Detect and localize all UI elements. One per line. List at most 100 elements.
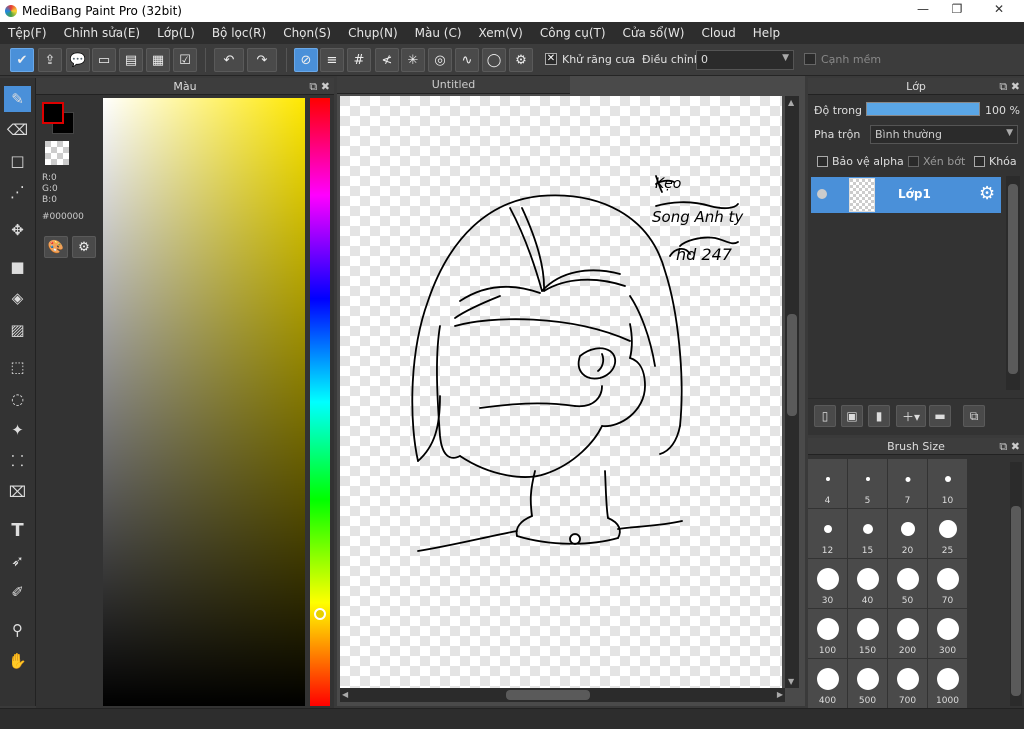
canvas-horizontal-thumb[interactable] xyxy=(506,690,590,700)
scroll-down-icon[interactable]: ▼ xyxy=(788,677,794,686)
layer-settings-gear-icon[interactable]: ⚙ xyxy=(979,183,995,204)
brush-size-option[interactable]: 200 xyxy=(888,609,927,658)
brush-size-option[interactable]: 40 xyxy=(848,559,887,608)
brush-size-option[interactable]: 30 xyxy=(808,559,847,608)
brush-size-option[interactable]: 20 xyxy=(888,509,927,558)
brush-size-option[interactable]: 400 xyxy=(808,659,847,708)
brush-size-option[interactable]: 100 xyxy=(808,609,847,658)
protect-alpha-option[interactable]: Bảo vệ alpha xyxy=(817,155,904,168)
saturation-value-picker[interactable] xyxy=(103,98,305,706)
scroll-left-icon[interactable]: ◀ xyxy=(342,690,348,699)
bucket-tool[interactable]: ◈ xyxy=(4,285,31,311)
brush-size-option[interactable]: 700 xyxy=(888,659,927,708)
menu-tools[interactable]: Công cụ(T) xyxy=(540,26,606,40)
menu-snap[interactable]: Chụp(N) xyxy=(348,26,398,40)
document-tab[interactable]: Untitled xyxy=(337,76,570,94)
adjust-dropdown[interactable]: 0 ▼ xyxy=(696,50,794,70)
brush-tool[interactable]: ✎ xyxy=(4,86,31,112)
brush-size-option[interactable]: 10 xyxy=(928,459,967,508)
foreground-color-swatch[interactable] xyxy=(42,102,64,124)
hue-slider-handle[interactable] xyxy=(314,608,326,620)
visibility-eye-icon[interactable] xyxy=(817,189,827,199)
duplicate-layer-button[interactable]: ⧉ xyxy=(963,405,985,427)
storyboard-button[interactable]: ▦ xyxy=(146,48,170,72)
menu-edit[interactable]: Chỉnh sửa(E) xyxy=(64,26,141,40)
add-layer-menu-button[interactable]: ＋▾ xyxy=(896,405,926,427)
radial-snap-button[interactable]: ✳ xyxy=(401,48,425,72)
antialias-checkbox[interactable]: ✕ xyxy=(545,53,557,65)
lock-checkbox[interactable] xyxy=(974,156,985,167)
hand-tool[interactable]: ✋ xyxy=(4,648,31,674)
close-button[interactable]: ✕ xyxy=(974,0,1024,18)
transparent-color-swatch[interactable] xyxy=(45,141,69,165)
menu-window[interactable]: Cửa sổ(W) xyxy=(623,26,685,40)
layer-row[interactable]: Lớp1 ⚙ xyxy=(811,177,1001,213)
concentric-snap-button[interactable]: ◎ xyxy=(428,48,452,72)
canvas-vertical-scrollbar[interactable]: ▲ ▼ xyxy=(785,96,799,688)
dot-tool[interactable]: ⋰ xyxy=(4,179,31,205)
close-panel-icon[interactable]: ✖ xyxy=(321,80,330,93)
export-button[interactable]: ⇪ xyxy=(38,48,62,72)
new-folder-button[interactable]: ▬ xyxy=(929,405,951,427)
restore-button[interactable]: ❐ xyxy=(940,0,974,18)
undo-button[interactable]: ↶ xyxy=(214,48,244,72)
divide-tool[interactable]: ✐ xyxy=(4,579,31,605)
grid-snap-button[interactable]: # xyxy=(347,48,371,72)
scroll-right-icon[interactable]: ▶ xyxy=(777,690,783,699)
move-tool[interactable]: ✥ xyxy=(4,217,31,243)
palette-button[interactable]: 🎨 xyxy=(44,236,68,258)
menu-view[interactable]: Xem(V) xyxy=(479,26,523,40)
eraser-tool[interactable]: ⌫ xyxy=(4,117,31,143)
drawing-canvas[interactable]: Kẹo Song Anh ty hd 247 xyxy=(340,96,782,688)
minimize-button[interactable]: — xyxy=(906,0,940,18)
ellipse-snap-button[interactable]: ◯ xyxy=(482,48,506,72)
clipping-option[interactable]: Xén bớt xyxy=(908,155,965,168)
layer-list-scrollbar[interactable] xyxy=(1006,176,1020,390)
shape-tool[interactable]: □ xyxy=(4,148,31,174)
blend-mode-dropdown[interactable]: Bình thường ▼ xyxy=(870,125,1018,144)
canvas-horizontal-scrollbar[interactable]: ◀ ▶ xyxy=(340,688,785,702)
operation-tool[interactable]: ➶ xyxy=(4,548,31,574)
brush-size-option[interactable]: 12 xyxy=(808,509,847,558)
curve-snap-button[interactable]: ∿ xyxy=(455,48,479,72)
undock-icon[interactable]: ⧉ xyxy=(309,80,317,93)
new-layer-button[interactable]: ▯ xyxy=(814,405,836,427)
snap-off-button[interactable]: ⊘ xyxy=(294,48,318,72)
canvas-vertical-thumb[interactable] xyxy=(787,314,797,416)
brush-size-option[interactable]: 300 xyxy=(928,609,967,658)
perspective-snap-button[interactable]: ≮ xyxy=(375,48,399,72)
soft-edge-checkbox[interactable] xyxy=(804,53,816,65)
brush-size-option[interactable]: 5 xyxy=(848,459,887,508)
menu-select[interactable]: Chọn(S) xyxy=(283,26,331,40)
close-panel-icon[interactable]: ✖ xyxy=(1011,80,1020,93)
menu-filter[interactable]: Bộ lọc(R) xyxy=(212,26,266,40)
fill-shape-tool[interactable]: ■ xyxy=(4,254,31,280)
palette-settings-button[interactable]: ⚙ xyxy=(72,236,96,258)
brush-size-option[interactable]: 7 xyxy=(888,459,927,508)
new-halftone-layer-button[interactable]: ▣ xyxy=(841,405,863,427)
select-pen-tool[interactable]: ⸬ xyxy=(4,448,31,474)
page-button[interactable]: ▤ xyxy=(119,48,143,72)
brush-size-option[interactable]: 4 xyxy=(808,459,847,508)
brush-size-option[interactable]: 50 xyxy=(888,559,927,608)
eyedropper-tool[interactable]: ⚲ xyxy=(4,617,31,643)
text-tool[interactable]: T xyxy=(4,517,31,543)
balloon-button[interactable]: ▭ xyxy=(92,48,116,72)
lock-option[interactable]: Khóa xyxy=(974,155,1017,168)
brush-size-option[interactable]: 500 xyxy=(848,659,887,708)
menu-help[interactable]: Help xyxy=(753,26,780,40)
brush-size-option[interactable]: 1000 xyxy=(928,659,967,708)
menu-color[interactable]: Màu (C) xyxy=(415,26,462,40)
gradient-tool[interactable]: ▨ xyxy=(4,317,31,343)
select-eraser-tool[interactable]: ⌧ xyxy=(4,479,31,505)
clipping-checkbox[interactable] xyxy=(908,156,919,167)
menu-layer[interactable]: Lớp(L) xyxy=(157,26,195,40)
cloud-save-button[interactable]: ✔ xyxy=(10,48,34,72)
comment-button[interactable]: 💬 xyxy=(66,48,90,72)
brush-size-scrollbar[interactable] xyxy=(1010,462,1022,706)
scroll-up-icon[interactable]: ▲ xyxy=(788,98,794,107)
layer-list-thumb[interactable] xyxy=(1008,184,1018,374)
checklist-button[interactable]: ☑ xyxy=(173,48,197,72)
undock-icon[interactable]: ⧉ xyxy=(999,80,1007,93)
redo-button[interactable]: ↷ xyxy=(247,48,277,72)
